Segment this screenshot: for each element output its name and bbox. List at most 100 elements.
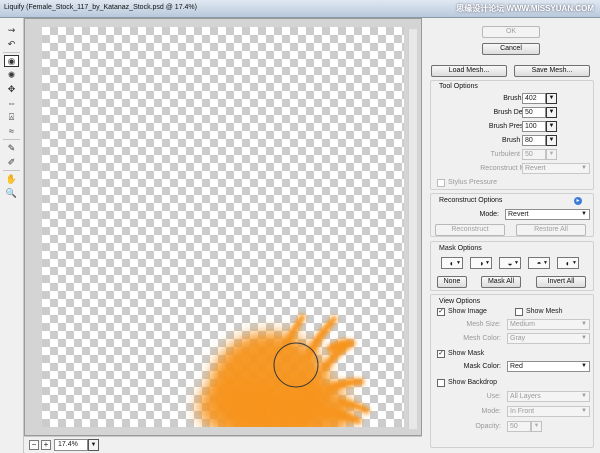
info-icon[interactable]: ▸ bbox=[574, 197, 582, 205]
backdrop-mode-value: In Front bbox=[510, 408, 535, 415]
tools-toolbar: ⇝ ↶ ◉ ✺ ✥ ⇔ ⍓ ≈ ✎ ✐ ✋ 🔍 bbox=[0, 18, 24, 453]
backdrop-mode-select[interactable]: In Front ▼ bbox=[507, 406, 590, 417]
chevron-down-icon: ▼ bbox=[581, 363, 587, 369]
mask-none-button[interactable]: None bbox=[437, 276, 467, 288]
show-mask-label: Show Mask bbox=[448, 350, 485, 357]
thaw-mask-icon[interactable]: ✐ bbox=[4, 156, 19, 168]
show-mask-checkbox[interactable]: ✓ bbox=[437, 350, 445, 358]
toolbar-divider bbox=[3, 170, 20, 171]
reconstruct-button[interactable]: Reconstruct bbox=[435, 224, 505, 236]
mesh-size-select[interactable]: Medium ▼ bbox=[507, 319, 590, 330]
chevron-down-icon: ▼ bbox=[581, 321, 587, 327]
bloat-tool-icon[interactable]: ✥ bbox=[4, 83, 19, 95]
backdrop-use-select[interactable]: All Layers ▼ bbox=[507, 391, 590, 402]
chevron-down-icon: ▼ bbox=[581, 211, 587, 217]
zoom-dropdown-icon[interactable]: ▼ bbox=[88, 439, 99, 451]
pucker-tool-icon[interactable]: ✺ bbox=[4, 69, 19, 81]
brush-rate-field[interactable]: 80 bbox=[522, 135, 546, 146]
mask-all-button[interactable]: Mask All bbox=[481, 276, 521, 288]
window-title: Liquify (Female_Stock_117_by_Katanaz_Sto… bbox=[4, 4, 197, 11]
preview-canvas[interactable] bbox=[42, 27, 404, 427]
forward-warp-icon[interactable]: ⇝ bbox=[4, 24, 19, 36]
turbulent-jitter-dropdown-icon[interactable]: ▼ bbox=[546, 149, 557, 160]
brush-size-field[interactable]: 402 bbox=[522, 93, 546, 104]
reconstruct-options-title: Reconstruct Options bbox=[439, 197, 503, 204]
turbulence-tool-icon[interactable]: ≈ bbox=[4, 125, 19, 137]
view-options-title: View Options bbox=[439, 298, 481, 305]
twirl-clockwise-icon[interactable]: ◉ bbox=[4, 55, 19, 67]
backdrop-opacity-label: Opacity: bbox=[475, 423, 501, 430]
opacity-dropdown-icon[interactable]: ▼ bbox=[531, 421, 542, 432]
turbulent-jitter-field[interactable]: 50 bbox=[522, 149, 546, 160]
subtract-from-selection-icon[interactable]: ◒ ▼ bbox=[499, 257, 521, 269]
brush-size-dropdown-icon[interactable]: ▼ bbox=[546, 93, 557, 104]
tool-options-group: Tool Options Brush Size: 402 ▼ Brush Den… bbox=[430, 80, 594, 190]
reconstruct-mode-select[interactable]: Revert ▼ bbox=[522, 163, 590, 174]
mask-options-group: Mask Options ◐ ▼ ◑ ▼ ◒ ▼ ◓ ▼ ◐ ▼ None Mask Al… bbox=[430, 241, 594, 291]
view-options-group: View Options ✓ Show Image Show Mesh Mesh… bbox=[430, 294, 594, 448]
show-mesh-checkbox[interactable] bbox=[515, 308, 523, 316]
watermark: 思缘设计论坛 WWW.MISSYUAN.COM bbox=[456, 4, 594, 13]
brush-density-dropdown-icon[interactable]: ▼ bbox=[546, 107, 557, 118]
show-image-label: Show Image bbox=[448, 308, 487, 315]
hand-tool-icon[interactable]: ✋ bbox=[4, 173, 19, 185]
invert-all-button[interactable]: Invert All bbox=[536, 276, 586, 288]
brush-density-field[interactable]: 50 bbox=[522, 107, 546, 118]
stylus-pressure-checkbox[interactable] bbox=[437, 179, 445, 187]
mesh-color-value: Gray bbox=[510, 335, 526, 342]
brush-rate-dropdown-icon[interactable]: ▼ bbox=[546, 135, 557, 146]
show-image-checkbox[interactable]: ✓ bbox=[437, 308, 445, 316]
chevron-down-icon: ▼ bbox=[581, 393, 587, 399]
save-mesh-button[interactable]: Save Mesh... bbox=[514, 65, 590, 77]
backdrop-use-label: Use: bbox=[486, 393, 501, 400]
title-bar: Liquify (Female_Stock_117_by_Katanaz_Sto… bbox=[0, 0, 600, 18]
toolbar-divider bbox=[3, 52, 20, 53]
zoom-tool-icon[interactable]: 🔍 bbox=[4, 187, 19, 199]
restore-all-button[interactable]: Restore All bbox=[516, 224, 586, 236]
load-mesh-button[interactable]: Load Mesh... bbox=[431, 65, 507, 77]
vertical-scrollbar[interactable] bbox=[408, 29, 417, 429]
backdrop-use-value: All Layers bbox=[510, 393, 541, 400]
freeze-mask-icon[interactable]: ✎ bbox=[4, 142, 19, 154]
reconstruct-options-group: Reconstruct Options ▸ Mode: Revert ▼ Rec… bbox=[430, 193, 594, 237]
reconstruct-mode-label-2: Mode: bbox=[479, 211, 499, 218]
mesh-size-value: Medium bbox=[510, 321, 535, 328]
reconstruct-tool-icon[interactable]: ↶ bbox=[4, 38, 19, 50]
backdrop-opacity-field[interactable]: 50 bbox=[507, 421, 531, 432]
zoom-in-button[interactable]: + bbox=[41, 440, 51, 450]
add-to-selection-icon[interactable]: ◑ ▼ bbox=[470, 257, 492, 269]
brush-pressure-field[interactable]: 100 bbox=[522, 121, 546, 132]
brush-pressure-dropdown-icon[interactable]: ▼ bbox=[546, 121, 557, 132]
show-backdrop-label: Show Backdrop bbox=[448, 379, 498, 386]
chevron-down-icon: ▼ bbox=[581, 335, 587, 341]
mesh-color-select[interactable]: Gray ▼ bbox=[507, 333, 590, 344]
status-bar: − + 17.4% ▼ bbox=[24, 436, 422, 453]
zoom-out-button[interactable]: − bbox=[29, 440, 39, 450]
mask-color-select[interactable]: Red ▼ bbox=[507, 361, 590, 372]
show-mesh-label: Show Mesh bbox=[526, 308, 563, 315]
reconstruct-mode-selected: Revert bbox=[508, 211, 529, 218]
mask-color-label: Mask Color: bbox=[463, 363, 501, 370]
replace-selection-icon[interactable]: ◐ ▼ bbox=[441, 257, 463, 269]
preview-area bbox=[24, 18, 422, 436]
invert-selection-icon[interactable]: ◐ ▼ bbox=[557, 257, 579, 269]
toolbar-divider bbox=[3, 139, 20, 140]
show-backdrop-checkbox[interactable] bbox=[437, 379, 445, 387]
tool-options-title: Tool Options bbox=[439, 83, 478, 90]
chevron-down-icon: ▼ bbox=[581, 165, 587, 171]
reconstruct-mode-dropdown[interactable]: Revert ▼ bbox=[505, 209, 590, 220]
chevron-down-icon: ▼ bbox=[581, 408, 587, 414]
freeze-mask-paint bbox=[197, 313, 370, 427]
mesh-color-label: Mesh Color: bbox=[463, 335, 501, 342]
ok-button[interactable]: OK bbox=[482, 26, 540, 38]
cancel-button[interactable]: Cancel bbox=[482, 43, 540, 55]
reconstruct-mode-value: Revert bbox=[525, 165, 546, 172]
mesh-size-label: Mesh Size: bbox=[466, 321, 501, 328]
zoom-level-field[interactable]: 17.4% bbox=[54, 439, 88, 451]
push-left-icon[interactable]: ⇔ bbox=[4, 97, 19, 109]
intersect-selection-icon[interactable]: ◓ ▼ bbox=[528, 257, 550, 269]
mask-options-title: Mask Options bbox=[439, 245, 482, 252]
mirror-tool-icon[interactable]: ⍓ bbox=[4, 111, 19, 123]
stylus-pressure-label: Stylus Pressure bbox=[448, 179, 498, 186]
backdrop-mode-label: Mode: bbox=[481, 408, 501, 415]
